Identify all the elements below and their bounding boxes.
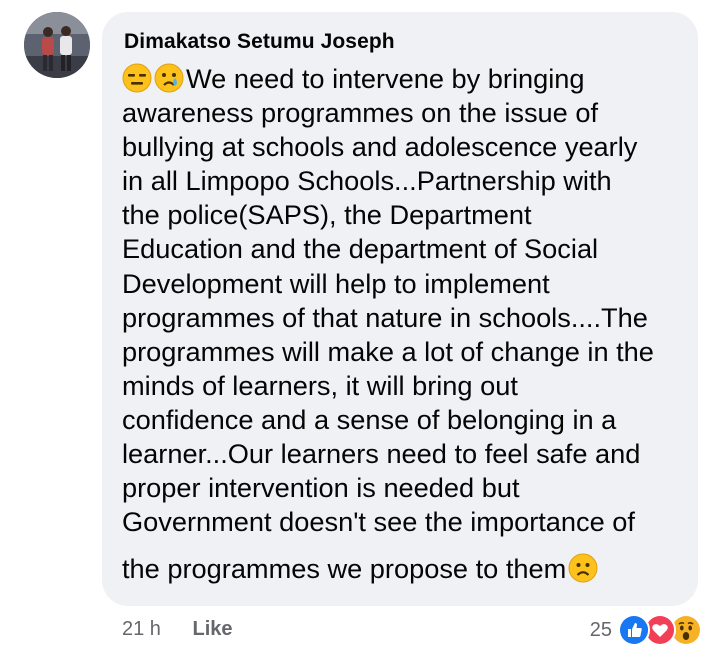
comment-author[interactable]: Dimakatso Setumu Joseph [124, 30, 395, 54]
comment-line: programmes will make a lot of change in … [122, 335, 654, 367]
comment-line: the police(SAPS), the Department [122, 199, 532, 231]
comment-line: Government doesn't see the importance of [122, 506, 635, 538]
comment-line: in all Limpopo Schools...Partnership wit… [122, 165, 612, 197]
comment-line: programmes of that nature in schools....… [122, 301, 648, 333]
comment-timestamp[interactable]: 21 h [122, 618, 161, 640]
comment-screen: Dimakatso Setumu Joseph We need to inter… [0, 0, 720, 648]
expressionless-face-emoji [122, 63, 152, 93]
comment-bubble: Dimakatso Setumu Joseph We need to inter… [102, 12, 698, 606]
comment-meta: 21 h Like [122, 618, 233, 641]
comment-line: bullying at schools and adolescence year… [122, 131, 638, 163]
comment-body: We need to intervene by bringing awarene… [122, 62, 692, 586]
like-button[interactable]: Like [193, 618, 233, 640]
comment-line: awareness programmes on the issue of [122, 97, 599, 129]
avatar[interactable] [24, 12, 90, 78]
comment-line: proper intervention is needed but [122, 472, 520, 504]
comment-line-text: the programmes we propose to them [122, 553, 567, 585]
reaction-count: 25 [589, 618, 612, 641]
comment-line: the programmes we propose to them [122, 552, 692, 586]
frowning-face-emoji [568, 553, 598, 583]
comment-line: confidence and a sense of belonging in a [122, 403, 617, 435]
comment-line: minds of learners, it will bring out [122, 369, 518, 401]
comment-line: Development will help to implement [122, 267, 550, 299]
comment-line: learner...Our learners need to feel safe… [122, 438, 641, 470]
comment-line: We need to intervene by bringing [122, 62, 692, 96]
crying-face-emoji [154, 63, 184, 93]
comment-line-text: We need to intervene by bringing [186, 63, 585, 94]
reactions-summary[interactable]: 25 [590, 614, 702, 646]
like-reaction-icon [618, 614, 650, 646]
comment-line: Education and the department of Social [122, 233, 599, 265]
